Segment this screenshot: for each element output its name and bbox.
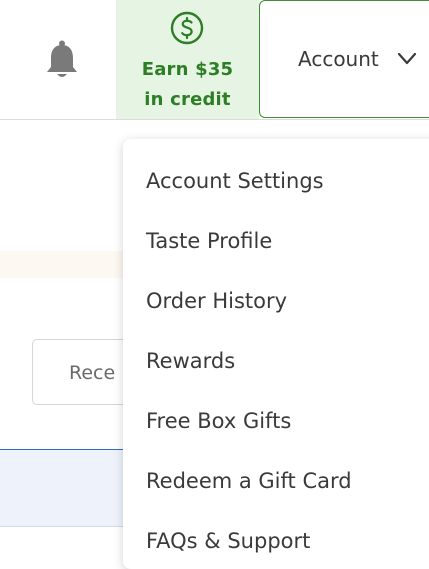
dollar-circle-icon	[170, 11, 204, 45]
bell-icon	[47, 40, 77, 77]
menu-item-order-history[interactable]: Order History	[146, 281, 287, 321]
menu-item-free-box-gifts[interactable]: Free Box Gifts	[146, 401, 291, 441]
menu-item-account-settings[interactable]: Account Settings	[146, 161, 324, 201]
chevron-down-icon	[397, 52, 417, 65]
account-dropdown-menu: Account Settings Taste Profile Order His…	[123, 139, 429, 569]
recent-filter-label: Rece	[69, 362, 116, 384]
notifications-button[interactable]	[42, 38, 82, 82]
menu-item-redeem-gift-card[interactable]: Redeem a Gift Card	[146, 461, 352, 501]
menu-item-rewards[interactable]: Rewards	[146, 341, 235, 381]
credit-line-2: in credit	[144, 89, 231, 110]
menu-item-faqs-support[interactable]: FAQs & Support	[146, 521, 310, 561]
menu-item-taste-profile[interactable]: Taste Profile	[146, 221, 272, 261]
account-label: Account	[298, 47, 379, 71]
top-header: Earn $35 in credit Account	[0, 0, 429, 120]
earn-credit-button[interactable]: Earn $35 in credit	[116, 0, 259, 119]
credit-line-1: Earn $35	[141, 59, 234, 80]
account-menu-button[interactable]: Account	[259, 0, 429, 118]
